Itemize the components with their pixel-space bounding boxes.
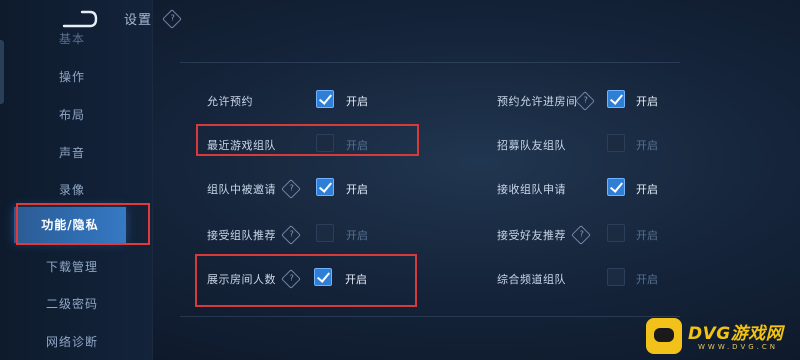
help-icon[interactable]: ? [575, 91, 595, 111]
help-glyph: ? [289, 229, 294, 239]
checkbox-allow-reservation[interactable] [316, 90, 334, 108]
help-icon[interactable]: ? [162, 9, 182, 29]
sidebar-item-sound[interactable]: 声音 [0, 144, 148, 161]
sidebar-item-controls[interactable]: 操作 [0, 68, 148, 85]
help-glyph: ? [170, 13, 175, 23]
settings-screen: 基本 操作 布局 声音 录像 功能/隐私 下载管理 二级密码 网络诊断 设置 ?… [0, 0, 800, 360]
setting-label-recruit-teammates: 招募队友组队 [497, 139, 566, 152]
page-title: 设置 [124, 13, 153, 28]
setting-label-accept-friend-recommendation: 接受好友推荐 [497, 229, 566, 242]
watermark-title: DVG游戏网 [688, 324, 784, 344]
sidebar-item-function-privacy[interactable]: 功能/隐私 [14, 207, 126, 243]
toggle-text-allow-reservation: 开启 [346, 95, 368, 108]
setting-label-allow-reservation: 允许预约 [207, 95, 253, 108]
checkbox-general-channel-team[interactable] [607, 268, 625, 286]
checkbox-accept-friend-recommendation[interactable] [607, 224, 625, 242]
toggle-text-invited-in-team: 开启 [346, 183, 368, 196]
checkbox-recent-game-team[interactable] [316, 134, 334, 152]
sidebar-item-download-manager[interactable]: 下载管理 [0, 258, 148, 275]
toggle-text-show-room-count: 开启 [345, 273, 367, 286]
checkbox-recruit-teammates[interactable] [607, 134, 625, 152]
checkbox-show-room-count[interactable] [314, 268, 332, 286]
toggle-text-receive-team-application: 开启 [636, 183, 658, 196]
help-glyph: ? [583, 95, 588, 105]
setting-label-accept-team-recommendation: 接受组队推荐 [207, 229, 276, 242]
toggle-text-recent-game-team: 开启 [346, 139, 368, 152]
help-icon[interactable]: ? [281, 269, 301, 289]
watermark-subtitle: WWW.DVG.CN [698, 343, 779, 351]
help-glyph: ? [579, 229, 584, 239]
sidebar-item-layout[interactable]: 布局 [0, 106, 148, 123]
setting-label-receive-team-application: 接收组队申请 [497, 183, 566, 196]
toggle-text-recruit-teammates: 开启 [636, 139, 658, 152]
help-icon[interactable]: ? [571, 225, 591, 245]
sidebar-item-replay[interactable]: 录像 [0, 181, 148, 198]
setting-label-recent-game-team: 最近游戏组队 [207, 139, 276, 152]
watermark: DVG游戏网 WWW.DVG.CN [646, 316, 796, 358]
toggle-text-reservation-enter-room: 开启 [636, 95, 658, 108]
checkbox-receive-team-application[interactable] [607, 178, 625, 196]
help-icon[interactable]: ? [281, 179, 301, 199]
sidebar-item-basic[interactable]: 基本 [0, 30, 148, 47]
sidebar-item-secondary-password[interactable]: 二级密码 [0, 295, 148, 312]
setting-label-invited-in-team: 组队中被邀请 [207, 183, 276, 196]
help-glyph: ? [289, 273, 294, 283]
setting-label-reservation-enter-room: 预约允许进房间 [497, 95, 578, 108]
gamepad-logo-icon [646, 318, 682, 354]
toggle-text-accept-friend-recommendation: 开启 [636, 229, 658, 242]
divider-bottom [180, 316, 680, 317]
sidebar: 基本 操作 布局 声音 录像 功能/隐私 下载管理 二级密码 网络诊断 [0, 0, 153, 360]
toggle-text-accept-team-recommendation: 开启 [346, 229, 368, 242]
toggle-text-general-channel-team: 开启 [636, 273, 658, 286]
setting-label-show-room-count: 展示房间人数 [207, 273, 276, 286]
checkbox-accept-team-recommendation[interactable] [316, 224, 334, 242]
back-arrow-icon[interactable] [60, 8, 100, 30]
help-glyph: ? [289, 183, 294, 193]
sidebar-item-network-diagnosis[interactable]: 网络诊断 [0, 333, 148, 350]
help-icon[interactable]: ? [281, 225, 301, 245]
setting-label-general-channel-team: 综合频道组队 [497, 273, 566, 286]
divider-top [180, 62, 680, 63]
checkbox-invited-in-team[interactable] [316, 178, 334, 196]
checkbox-reservation-enter-room[interactable] [607, 90, 625, 108]
